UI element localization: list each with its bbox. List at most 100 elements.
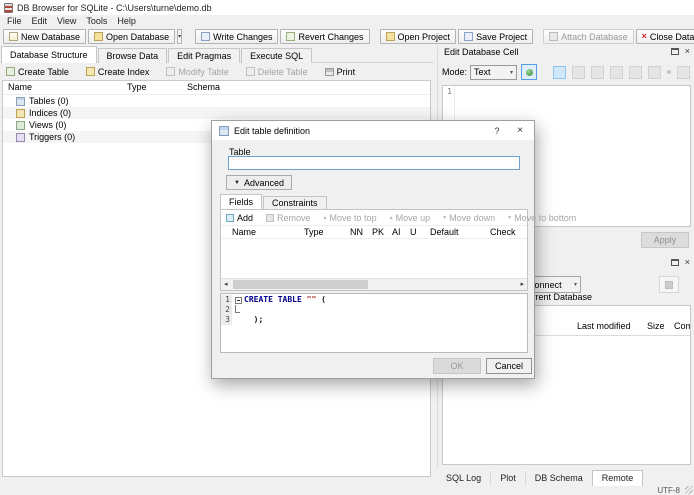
- add-field-button[interactable]: Add: [226, 213, 253, 223]
- table-name-input[interactable]: [228, 156, 520, 170]
- float-dock-icon[interactable]: [670, 48, 679, 55]
- tab-remote[interactable]: Remote: [591, 470, 644, 486]
- open-project-button[interactable]: Open Project: [379, 29, 457, 44]
- attach-database-button: Attach Database: [543, 29, 634, 44]
- move-down-icon: ▾: [443, 215, 447, 221]
- dialog-titlebar[interactable]: Edit table definition ? ×: [212, 121, 534, 140]
- print-button[interactable]: Print: [324, 67, 355, 77]
- column-ai: AI: [392, 227, 401, 237]
- status-bar: UTF-8: [0, 486, 694, 495]
- word-wrap-icon[interactable]: [553, 65, 566, 79]
- column-pk: PK: [372, 227, 385, 237]
- open-database-button[interactable]: Open Database: [88, 29, 176, 44]
- export-file-icon: [610, 65, 623, 79]
- create-index-button[interactable]: Create Index: [85, 67, 149, 77]
- scroll-left-icon[interactable]: ◂: [224, 280, 228, 288]
- horizontal-scrollbar[interactable]: ◂ ▸: [221, 278, 527, 290]
- tab-sql-log[interactable]: SQL Log: [437, 471, 490, 486]
- close-dialog-button[interactable]: ×: [511, 125, 529, 136]
- tree-item-tables[interactable]: Tables (0): [3, 95, 430, 107]
- close-dock-icon[interactable]: ×: [685, 258, 690, 267]
- menu-tools[interactable]: Tools: [81, 16, 112, 26]
- encoding-label: UTF-8: [657, 486, 680, 495]
- scrollbar-thumb[interactable]: [233, 280, 368, 289]
- chevron-down-icon: ▾: [573, 282, 577, 288]
- save-project-button[interactable]: Save Project: [458, 29, 534, 44]
- write-changes-button[interactable]: Write Changes: [195, 29, 279, 44]
- create-table-button[interactable]: Create Table: [6, 67, 69, 77]
- close-database-button[interactable]: × Close Database: [635, 29, 694, 44]
- column-u: U: [410, 227, 417, 237]
- menu-edit[interactable]: Edit: [27, 16, 53, 26]
- move-down-button: ▾ Move down: [443, 212, 496, 223]
- views-icon: [16, 120, 25, 130]
- remove-icon: [266, 213, 275, 222]
- triggers-icon: [16, 132, 25, 142]
- tab-plot[interactable]: Plot: [490, 471, 525, 486]
- chevron-down-icon: ▼: [234, 179, 240, 186]
- sql-line: 1 CREATE TABLE "" (: [221, 295, 527, 305]
- advanced-toggle-button[interactable]: ▼ Advanced: [226, 175, 292, 190]
- move-to-top-button: ▴ Move to top: [323, 212, 377, 223]
- mode-label: Mode:: [442, 67, 468, 77]
- app-icon: [4, 2, 13, 13]
- revert-changes-button[interactable]: Revert Changes: [280, 29, 370, 44]
- close-database-icon: ×: [641, 31, 647, 41]
- close-dock-icon[interactable]: ×: [685, 47, 690, 56]
- cell-controls: Mode: Text ▾: [442, 63, 690, 81]
- column-commit: Commit: [674, 321, 690, 331]
- sql-line: 3 );: [221, 315, 527, 325]
- gear-icon: [665, 280, 673, 289]
- fold-line-icon: [234, 305, 240, 313]
- scroll-right-icon[interactable]: ▸: [520, 280, 524, 288]
- column-default: Default: [430, 227, 459, 237]
- cell-dock-titlebar: Edit Database Cell ×: [438, 45, 694, 58]
- tab-fields[interactable]: Fields: [220, 194, 263, 209]
- modify-table-button: Modify Table: [166, 67, 229, 77]
- apply-cell-icon: [525, 68, 533, 76]
- window-titlebar[interactable]: DB Browser for SQLite - C:\Users\turne\d…: [0, 0, 694, 15]
- float-dock-icon[interactable]: [670, 259, 679, 266]
- ok-button: OK: [433, 358, 481, 374]
- create-table-icon: [6, 67, 15, 76]
- tab-edit-pragmas[interactable]: Edit Pragmas: [168, 48, 241, 63]
- tree-item-indices[interactable]: Indices (0): [3, 107, 430, 119]
- fold-collapse-icon[interactable]: [234, 296, 242, 304]
- menu-help[interactable]: Help: [112, 16, 141, 26]
- tab-constraints[interactable]: Constraints: [263, 196, 327, 209]
- column-name: Name: [8, 82, 33, 92]
- cancel-button[interactable]: Cancel: [486, 358, 532, 374]
- menu-view[interactable]: View: [52, 16, 81, 26]
- tab-database-structure[interactable]: Database Structure: [1, 46, 97, 63]
- tab-browse-data[interactable]: Browse Data: [97, 48, 168, 63]
- revert-changes-icon: [286, 32, 296, 41]
- resize-grip[interactable]: [685, 486, 693, 494]
- apply-cell-button: Apply: [641, 232, 689, 248]
- mode-select[interactable]: Text ▾: [470, 64, 518, 80]
- column-type: Type: [127, 82, 147, 92]
- attach-database-icon: [549, 32, 559, 41]
- column-last-modified: Last modified: [577, 321, 631, 331]
- auto-apply-button[interactable]: [521, 64, 538, 80]
- open-database-dropdown-button[interactable]: ▾: [177, 29, 183, 44]
- move-up-button: ▴ Move up: [389, 212, 431, 223]
- column-size: Size: [647, 321, 665, 331]
- new-database-button[interactable]: New Database: [3, 29, 87, 44]
- main-toolbar: New Database Open Database ▾ Write Chang…: [0, 27, 694, 46]
- column-nn: NN: [350, 227, 363, 237]
- write-changes-icon: [201, 32, 211, 41]
- save-as-icon: [629, 65, 642, 79]
- help-button[interactable]: ?: [488, 126, 506, 136]
- menu-file[interactable]: File: [2, 16, 27, 26]
- tab-execute-sql[interactable]: Execute SQL: [241, 48, 313, 63]
- move-up-icon: ▴: [389, 215, 393, 221]
- tab-db-schema[interactable]: DB Schema: [524, 471, 592, 486]
- chevron-down-icon: ▾: [510, 69, 514, 76]
- modify-table-icon: [166, 67, 176, 76]
- tables-icon: [16, 96, 25, 106]
- fields-toolbar: Add Remove ▴ Move to top ▴ Move up ▾ Mov…: [221, 210, 576, 225]
- open-external-icon: [648, 65, 661, 79]
- dialog-tab-bar: Fields Constraints: [220, 194, 328, 209]
- column-check: Check: [490, 227, 516, 237]
- sql-preview-editor[interactable]: 1 CREATE TABLE "" ( 2 3 );: [220, 293, 528, 353]
